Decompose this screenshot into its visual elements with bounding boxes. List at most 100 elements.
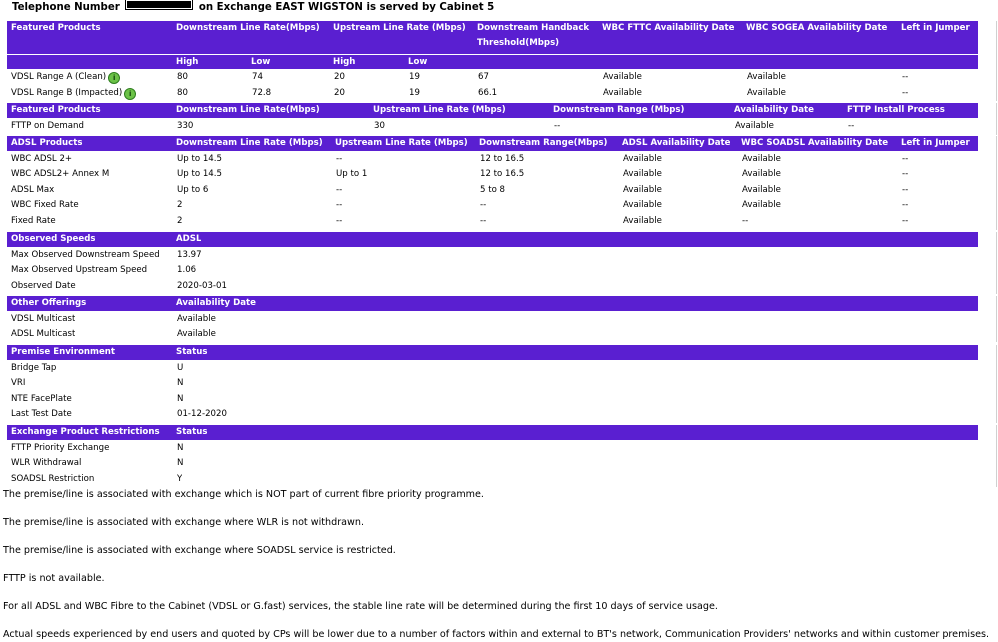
table-cell: Up to 1 (336, 169, 368, 179)
header-cell: Exchange Product Restrictions (11, 427, 160, 437)
table-cell: -- (480, 216, 487, 226)
table-row: FTTP on Demand 330 30 -- Available -- (7, 119, 978, 135)
table-row: VDSL Range A (Clean) i 80 74 20 19 67 Ava… (7, 70, 978, 86)
header-cell: Featured Products (11, 23, 101, 33)
table-header-row: Featured Products Downstream Line Rate(M… (7, 103, 978, 118)
table-cell: 19 (409, 88, 420, 98)
table-row: ADSL Max Up to 6 -- 5 to 8 Available Availabl… (7, 183, 978, 198)
header-cell: Status (176, 347, 208, 357)
header-cell: Downstream Line Rate(Mbps) (176, 105, 320, 115)
table-header-row: Premise Environment Status (7, 345, 978, 360)
table-cell: -- (902, 216, 909, 226)
table-row: VDSL Range B (Impacted) i 80 72.8 20 19 6… (7, 86, 978, 102)
table-cell: ADSL Multicast (11, 329, 76, 339)
header-cell: Downstream Line Rate(Mbps) (176, 23, 320, 33)
featured-products-table: Featured Products Downstream Line Rate(M… (7, 21, 997, 101)
title-suffix: on Exchange EAST WIGSTON is served by Ca… (198, 2, 495, 13)
table-cell: 2 (177, 216, 183, 226)
note-text: FTTP is not available. (3, 573, 105, 584)
table-cell: WBC Fixed Rate (11, 200, 79, 210)
table-cell: Bridge Tap (11, 363, 57, 373)
table-row: ADSL Multicast Available (7, 327, 978, 342)
table-cell: WLR Withdrawal (11, 458, 82, 468)
table-cell: Available (742, 185, 781, 195)
table-cell: -- (480, 200, 487, 210)
header-cell: Availability Date (734, 105, 814, 115)
table-row: Last Test Date 01-12-2020 (7, 407, 978, 422)
header-cell: Left in Jumper (901, 23, 970, 33)
product-label: VDSL Range A (Clean) (11, 72, 107, 82)
table-row: WLR Withdrawal N (7, 456, 978, 471)
table-row: WBC ADSL2+ Annex M Up to 14.5 Up to 1 12 to… (7, 167, 978, 182)
table-cell: 12 to 16.5 (480, 169, 525, 179)
header-cell: Premise Environment (11, 347, 116, 357)
table-cell: -- (336, 154, 343, 164)
header-cell: Observed Speeds (11, 234, 96, 244)
table-cell: VDSL Multicast (11, 314, 76, 324)
table-cell: Available (742, 200, 781, 210)
table-cell: 2020-03-01 (177, 281, 227, 291)
header-cell: Upstream Line Rate (Mbps) (373, 105, 506, 115)
table-row: Bridge Tap U (7, 361, 978, 376)
table-cell: -- (902, 200, 909, 210)
header-cell: Downstream Line Rate (Mbps) (176, 138, 323, 148)
header-cell: Downstream Range (Mbps) (553, 105, 685, 115)
note-text: The premise/line is associated with exch… (3, 545, 396, 556)
page-title: Telephone Number on Exchange EAST WIGSTO… (12, 0, 494, 14)
table-row: Max Observed Upstream Speed 1.06 (7, 263, 978, 278)
table-header-row: Other Offerings Availability Date (7, 296, 978, 311)
subheader-cell: Low (408, 57, 428, 67)
product-name: VDSL Range B (Impacted) i (11, 86, 137, 102)
table-cell: Last Test Date (11, 409, 72, 419)
table-cell: -- (336, 185, 343, 195)
table-cell: ADSL Max (11, 185, 55, 195)
header-cell: ADSL (176, 234, 202, 244)
table-row: WBC Fixed Rate 2 -- -- Available Available -- (7, 198, 978, 213)
table-cell: Available (623, 154, 662, 164)
table-row: VRI N (7, 376, 978, 391)
header-cell: Featured Products (11, 105, 101, 115)
table-header-row: Observed Speeds ADSL (7, 232, 978, 247)
table-row: Max Observed Downstream Speed 13.97 (7, 248, 978, 263)
table-cell: 330 (177, 121, 194, 131)
header-cell: ADSL Availability Date (622, 138, 731, 148)
table-cell: Available (623, 216, 662, 226)
product-name: VDSL Range A (Clean) i (11, 70, 121, 86)
table-cell: -- (336, 216, 343, 226)
table-cell: Up to 14.5 (177, 154, 222, 164)
table-cell: FTTP Priority Exchange (11, 443, 110, 453)
table-cell: -- (848, 121, 855, 131)
table-cell: Available (747, 72, 786, 82)
header-cell: Upstream Line Rate (Mbps) (335, 138, 468, 148)
table-cell: -- (742, 216, 749, 226)
table-cell: Fixed Rate (11, 216, 56, 226)
header-cell: Availability Date (176, 298, 256, 308)
table-cell: 67 (478, 72, 489, 82)
table-cell: N (177, 458, 184, 468)
header-cell: Other Offerings (11, 298, 87, 308)
subheader-cell: High (176, 57, 199, 67)
exchange-restrictions-table: Exchange Product Restrictions Status FTT… (7, 425, 997, 487)
fttp-table: Featured Products Downstream Line Rate(M… (7, 103, 997, 135)
table-cell: -- (902, 154, 909, 164)
observed-speeds-table: Observed Speeds ADSL Max Observed Downst… (7, 232, 997, 294)
table-cell: 19 (409, 72, 420, 82)
header-cell: WBC FTTC Availability Date (602, 23, 735, 33)
green-info-icon[interactable]: i (124, 88, 137, 100)
table-cell: -- (902, 169, 909, 179)
table-cell: 5 to 8 (480, 185, 506, 195)
header-cell: WBC SOADSL Availability Date (741, 138, 889, 148)
product-label: VDSL Range B (Impacted) (11, 88, 123, 98)
table-cell: Max Observed Downstream Speed (11, 250, 160, 260)
green-info-icon[interactable]: i (108, 72, 121, 84)
table-row: SOADSL Restriction Y (7, 472, 978, 487)
table-cell: 20 (334, 72, 345, 82)
table-row: Observed Date 2020-03-01 (7, 279, 978, 294)
table-cell: NTE FacePlate (11, 394, 72, 404)
table-cell: 2 (177, 200, 183, 210)
table-cell: 30 (374, 121, 385, 131)
table-cell: WBC ADSL 2+ (11, 154, 73, 164)
table-cell: 66.1 (478, 88, 498, 98)
table-cell: 74 (252, 72, 263, 82)
table-cell: Available (623, 200, 662, 210)
